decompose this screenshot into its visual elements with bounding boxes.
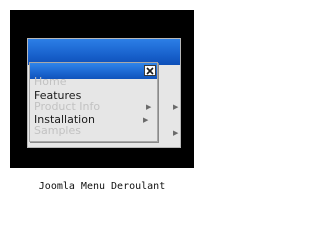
menu-item-label: Product Info <box>34 100 101 113</box>
submenu-arrow-icon: ▶ <box>173 103 179 111</box>
page-caption: Joomla Menu Deroulant <box>38 181 166 192</box>
menu-item-product-info[interactable]: Product Info <box>34 100 100 114</box>
menu-item-samples[interactable]: Samples <box>34 124 81 138</box>
submenu-arrow-icon: ▶ <box>173 129 179 137</box>
menu-item-label: Samples <box>34 124 81 137</box>
menu-item-home[interactable]: Home <box>34 75 66 89</box>
dropdown-menu-panel: Home Features Product Info ▶ Installatio… <box>29 62 158 142</box>
submenu-arrow-icon: ▶ <box>143 116 149 124</box>
submenu-arrow-icon: ▶ <box>146 103 152 111</box>
close-button[interactable] <box>144 65 156 76</box>
menu-item-label: Home <box>34 75 67 88</box>
close-icon <box>146 66 154 75</box>
